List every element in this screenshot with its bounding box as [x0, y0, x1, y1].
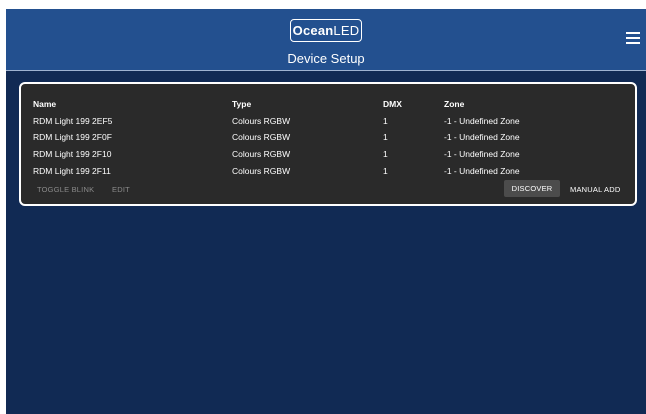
app-window: Ocean LED Device Setup Name Type DMX Zone…	[6, 9, 646, 414]
toggle-blink-button[interactable]: Toggle Blink	[37, 185, 94, 194]
device-dmx: 1	[383, 116, 388, 126]
column-header-zone: Zone	[444, 99, 465, 109]
device-zone: -1 - Undefined Zone	[444, 149, 520, 159]
column-header-dmx: DMX	[383, 99, 402, 109]
device-name: RDM Light 199 2F11	[33, 166, 111, 176]
oceanled-logo: Ocean LED	[290, 19, 362, 42]
device-dmx: 1	[383, 166, 388, 176]
device-name: RDM Light 199 2EF5	[33, 116, 113, 126]
device-dmx: 1	[383, 149, 388, 159]
device-name: RDM Light 199 2F10	[33, 149, 112, 159]
column-header-type: Type	[232, 99, 252, 109]
column-header-name: Name	[33, 99, 57, 109]
device-table-panel: Name Type DMX Zone RDM Light 199 2EF5 Co…	[19, 82, 637, 206]
page-title: Device Setup	[287, 51, 365, 66]
manual-add-button[interactable]: Manual Add	[570, 185, 620, 194]
edit-button[interactable]: Edit	[112, 185, 130, 194]
logo-text-led: LED	[333, 23, 360, 38]
discover-button[interactable]: Discover	[504, 180, 560, 197]
hamburger-menu-icon[interactable]	[626, 32, 640, 46]
device-type: Colours RGBW	[232, 132, 291, 142]
device-name: RDM Light 199 2F0F	[33, 132, 112, 142]
device-zone: -1 - Undefined Zone	[444, 116, 520, 126]
device-zone: -1 - Undefined Zone	[444, 132, 520, 142]
device-type: Colours RGBW	[232, 166, 291, 176]
device-dmx: 1	[383, 132, 388, 142]
device-zone: -1 - Undefined Zone	[444, 166, 520, 176]
device-type: Colours RGBW	[232, 149, 291, 159]
device-type: Colours RGBW	[232, 116, 291, 126]
logo-text-ocean: Ocean	[292, 23, 334, 38]
header-bar: Ocean LED Device Setup	[6, 9, 646, 71]
